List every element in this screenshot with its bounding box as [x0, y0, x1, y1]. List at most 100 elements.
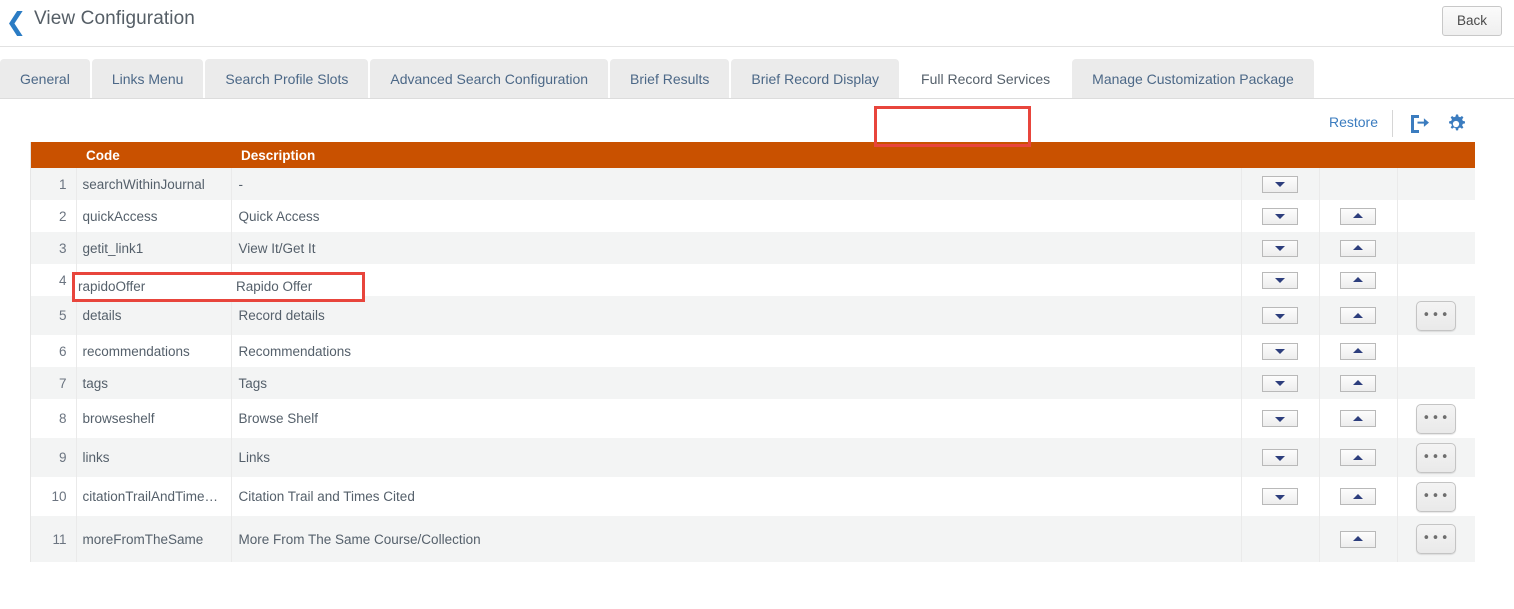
row-actions-button[interactable]: •••: [1416, 524, 1457, 554]
row-move-up-cell: [1319, 438, 1398, 477]
table-row[interactable]: 5 details Record details •••: [31, 296, 1475, 335]
move-up-button[interactable]: [1340, 342, 1376, 360]
move-up-button[interactable]: [1340, 488, 1376, 505]
table-row[interactable]: 11 moreFromTheSame More From The Same Cour…: [31, 516, 1475, 562]
move-down-button[interactable]: [1262, 449, 1298, 466]
tab-manage-customization-package[interactable]: Manage Customization Package: [1072, 59, 1314, 99]
table-row[interactable]: 8 browseshelf Browse Shelf •••: [31, 399, 1475, 438]
row-index: 2: [31, 200, 77, 232]
tab-full-record-services[interactable]: Full Record Services: [901, 59, 1071, 99]
row-actions-cell: •••: [1397, 438, 1475, 477]
tab-bar: General Links Menu Search Profile Slots …: [0, 47, 1514, 147]
move-up-button[interactable]: [1340, 239, 1376, 257]
row-move-down-cell: [1241, 264, 1320, 296]
row-actions-cell: •••: [1397, 399, 1475, 438]
row-move-up-cell: [1319, 516, 1398, 562]
chevron-left-icon[interactable]: ❮: [5, 7, 27, 37]
top-bar: ❮ View Configuration Back: [0, 0, 1514, 47]
table-row[interactable]: 2 quickAccess Quick Access: [31, 200, 1475, 232]
row-code: searchWithinJournal: [76, 168, 232, 200]
row-code: getit_link1: [76, 232, 232, 264]
row-description: -: [231, 168, 1242, 200]
move-down-button[interactable]: [1262, 307, 1298, 324]
move-up-button[interactable]: [1340, 410, 1376, 427]
row-actions-cell: [1397, 367, 1475, 399]
row-move-down-cell: [1241, 296, 1320, 335]
row-code: recommendations: [76, 335, 232, 367]
column-header-index: [31, 142, 76, 168]
restore-button[interactable]: Restore: [1329, 114, 1378, 130]
row-move-up-cell: [1319, 232, 1398, 264]
table-header: Code Description: [31, 142, 1475, 168]
row-code: details: [76, 296, 232, 335]
tab-links-menu[interactable]: Links Menu: [91, 59, 204, 99]
move-down-button[interactable]: [1262, 271, 1298, 289]
table-row[interactable]: 6 recommendations Recommendations: [31, 335, 1475, 367]
row-index: 8: [31, 399, 77, 438]
row-actions-cell: [1397, 200, 1475, 232]
row-actions-button[interactable]: •••: [1416, 300, 1457, 331]
row-move-up-cell: [1319, 477, 1398, 516]
move-up-button[interactable]: [1340, 374, 1376, 392]
move-down-button[interactable]: [1262, 410, 1298, 427]
row-move-down-cell: [1241, 200, 1320, 232]
gear-icon[interactable]: [1443, 111, 1469, 137]
move-down-button[interactable]: [1262, 239, 1298, 257]
tab-brief-results[interactable]: Brief Results: [610, 59, 730, 99]
move-up-button[interactable]: [1340, 530, 1376, 548]
table-row[interactable]: 9 links Links •••: [31, 438, 1475, 477]
full-record-services-table: Code Description 1 searchWithinJournal -2 q…: [31, 142, 1475, 562]
column-header-move-up: [1319, 142, 1397, 168]
row-actions-cell: [1397, 232, 1475, 264]
column-header-description: Description: [231, 142, 1241, 168]
export-icon[interactable]: [1406, 111, 1432, 137]
move-up-button[interactable]: [1340, 449, 1376, 466]
page-title: View Configuration: [34, 8, 195, 29]
table-row[interactable]: 4 rapidoOffer Rapido Offer: [31, 264, 1475, 296]
row-description: Quick Access: [231, 200, 1242, 232]
table-row[interactable]: 10 citationTrailAndTime… Citation Trail an…: [31, 477, 1475, 516]
ellipsis-icon: •••: [1422, 488, 1450, 504]
tab-divider: [0, 98, 1514, 99]
row-move-down-cell: [1241, 168, 1320, 200]
row-description: Tags: [231, 367, 1242, 399]
row-move-down-cell: [1241, 335, 1320, 367]
tab-advanced-search-configuration[interactable]: Advanced Search Configuration: [370, 59, 609, 99]
back-button[interactable]: Back: [1442, 6, 1502, 36]
move-up-button[interactable]: [1340, 207, 1376, 225]
row-code: links: [76, 438, 232, 477]
tab-brief-record-display[interactable]: Brief Record Display: [731, 59, 900, 99]
table-row[interactable]: 1 searchWithinJournal -: [31, 168, 1475, 200]
move-down-button[interactable]: [1262, 488, 1298, 505]
ellipsis-icon: •••: [1422, 307, 1450, 323]
move-up-button[interactable]: [1340, 307, 1376, 324]
table-row[interactable]: 7 tags Tags: [31, 367, 1475, 399]
row-actions-button[interactable]: •••: [1416, 442, 1457, 473]
row-actions-cell: [1397, 168, 1475, 200]
row-description: Citation Trail and Times Cited: [231, 477, 1242, 516]
row-description: Browse Shelf: [231, 399, 1242, 438]
column-header-actions: [1397, 142, 1475, 168]
row-move-down-cell: [1241, 367, 1320, 399]
row-move-down-cell: [1241, 399, 1320, 438]
tab-search-profile-slots[interactable]: Search Profile Slots: [205, 59, 369, 99]
row-move-up-cell: [1319, 296, 1398, 335]
ellipsis-icon: •••: [1422, 449, 1450, 465]
row-index: 11: [31, 516, 77, 562]
move-up-button[interactable]: [1340, 271, 1376, 289]
move-down-button[interactable]: [1262, 207, 1298, 225]
row-actions-cell: •••: [1397, 477, 1475, 516]
row-index: 10: [31, 477, 77, 516]
row-actions-button[interactable]: •••: [1416, 481, 1457, 512]
move-down-button[interactable]: [1262, 175, 1298, 193]
table-row[interactable]: 3 getit_link1 View It/Get It: [31, 232, 1475, 264]
row-code: citationTrailAndTime…: [76, 477, 232, 516]
row-actions-button[interactable]: •••: [1416, 403, 1457, 434]
move-down-button[interactable]: [1262, 374, 1298, 392]
row-description: More From The Same Course/Collection: [231, 516, 1242, 562]
row-actions-cell: •••: [1397, 296, 1475, 335]
row-move-up-cell: [1319, 168, 1398, 200]
row-move-down-cell: [1241, 438, 1320, 477]
tab-general[interactable]: General: [0, 59, 90, 99]
move-down-button[interactable]: [1262, 342, 1298, 360]
